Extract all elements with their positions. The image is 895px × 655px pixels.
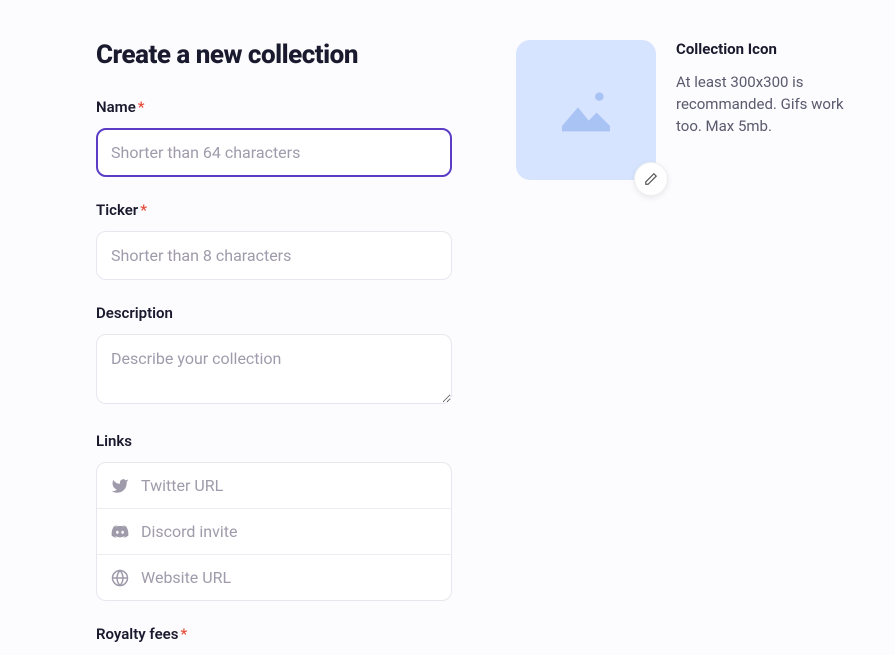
discord-invite-input[interactable]	[141, 522, 437, 541]
pencil-icon	[644, 172, 658, 186]
name-field-group: Name*	[96, 98, 452, 177]
ticker-label: Ticker*	[96, 201, 452, 219]
name-input[interactable]	[96, 128, 452, 177]
create-collection-form: Create a new collection Name* Ticker* De…	[96, 40, 452, 655]
links-label: Links	[96, 432, 452, 450]
links-field-group: Links	[96, 432, 452, 601]
collection-icon-panel: Collection Icon At least 300x300 is reco…	[516, 40, 866, 655]
twitter-icon	[111, 477, 129, 495]
image-placeholder-icon	[554, 78, 618, 142]
twitter-link-row	[97, 463, 451, 509]
ticker-label-text: Ticker	[96, 201, 138, 219]
website-link-row	[97, 555, 451, 600]
collection-icon-title: Collection Icon	[676, 40, 866, 58]
globe-icon	[111, 569, 129, 587]
discord-link-row	[97, 509, 451, 555]
royalty-label: Royalty fees*	[96, 625, 452, 643]
ticker-input[interactable]	[96, 231, 452, 280]
edit-icon-button[interactable]	[634, 162, 668, 196]
discord-icon	[111, 523, 129, 541]
collection-icon-info: Collection Icon At least 300x300 is reco…	[676, 40, 866, 137]
ticker-field-group: Ticker*	[96, 201, 452, 280]
links-list	[96, 462, 452, 601]
required-asterisk: *	[138, 98, 145, 116]
required-asterisk: *	[140, 201, 147, 219]
required-asterisk: *	[180, 625, 187, 643]
collection-icon-description: At least 300x300 is recommanded. Gifs wo…	[676, 72, 866, 137]
royalty-field-group: Royalty fees*	[96, 625, 452, 643]
name-label: Name*	[96, 98, 452, 116]
twitter-url-input[interactable]	[141, 476, 437, 495]
description-label: Description	[96, 304, 452, 322]
description-textarea[interactable]	[96, 334, 452, 404]
name-label-text: Name	[96, 98, 136, 116]
description-field-group: Description	[96, 304, 452, 408]
page-title: Create a new collection	[96, 40, 452, 70]
website-url-input[interactable]	[141, 568, 437, 587]
royalty-label-text: Royalty fees	[96, 625, 178, 643]
collection-icon-upload[interactable]	[516, 40, 656, 180]
